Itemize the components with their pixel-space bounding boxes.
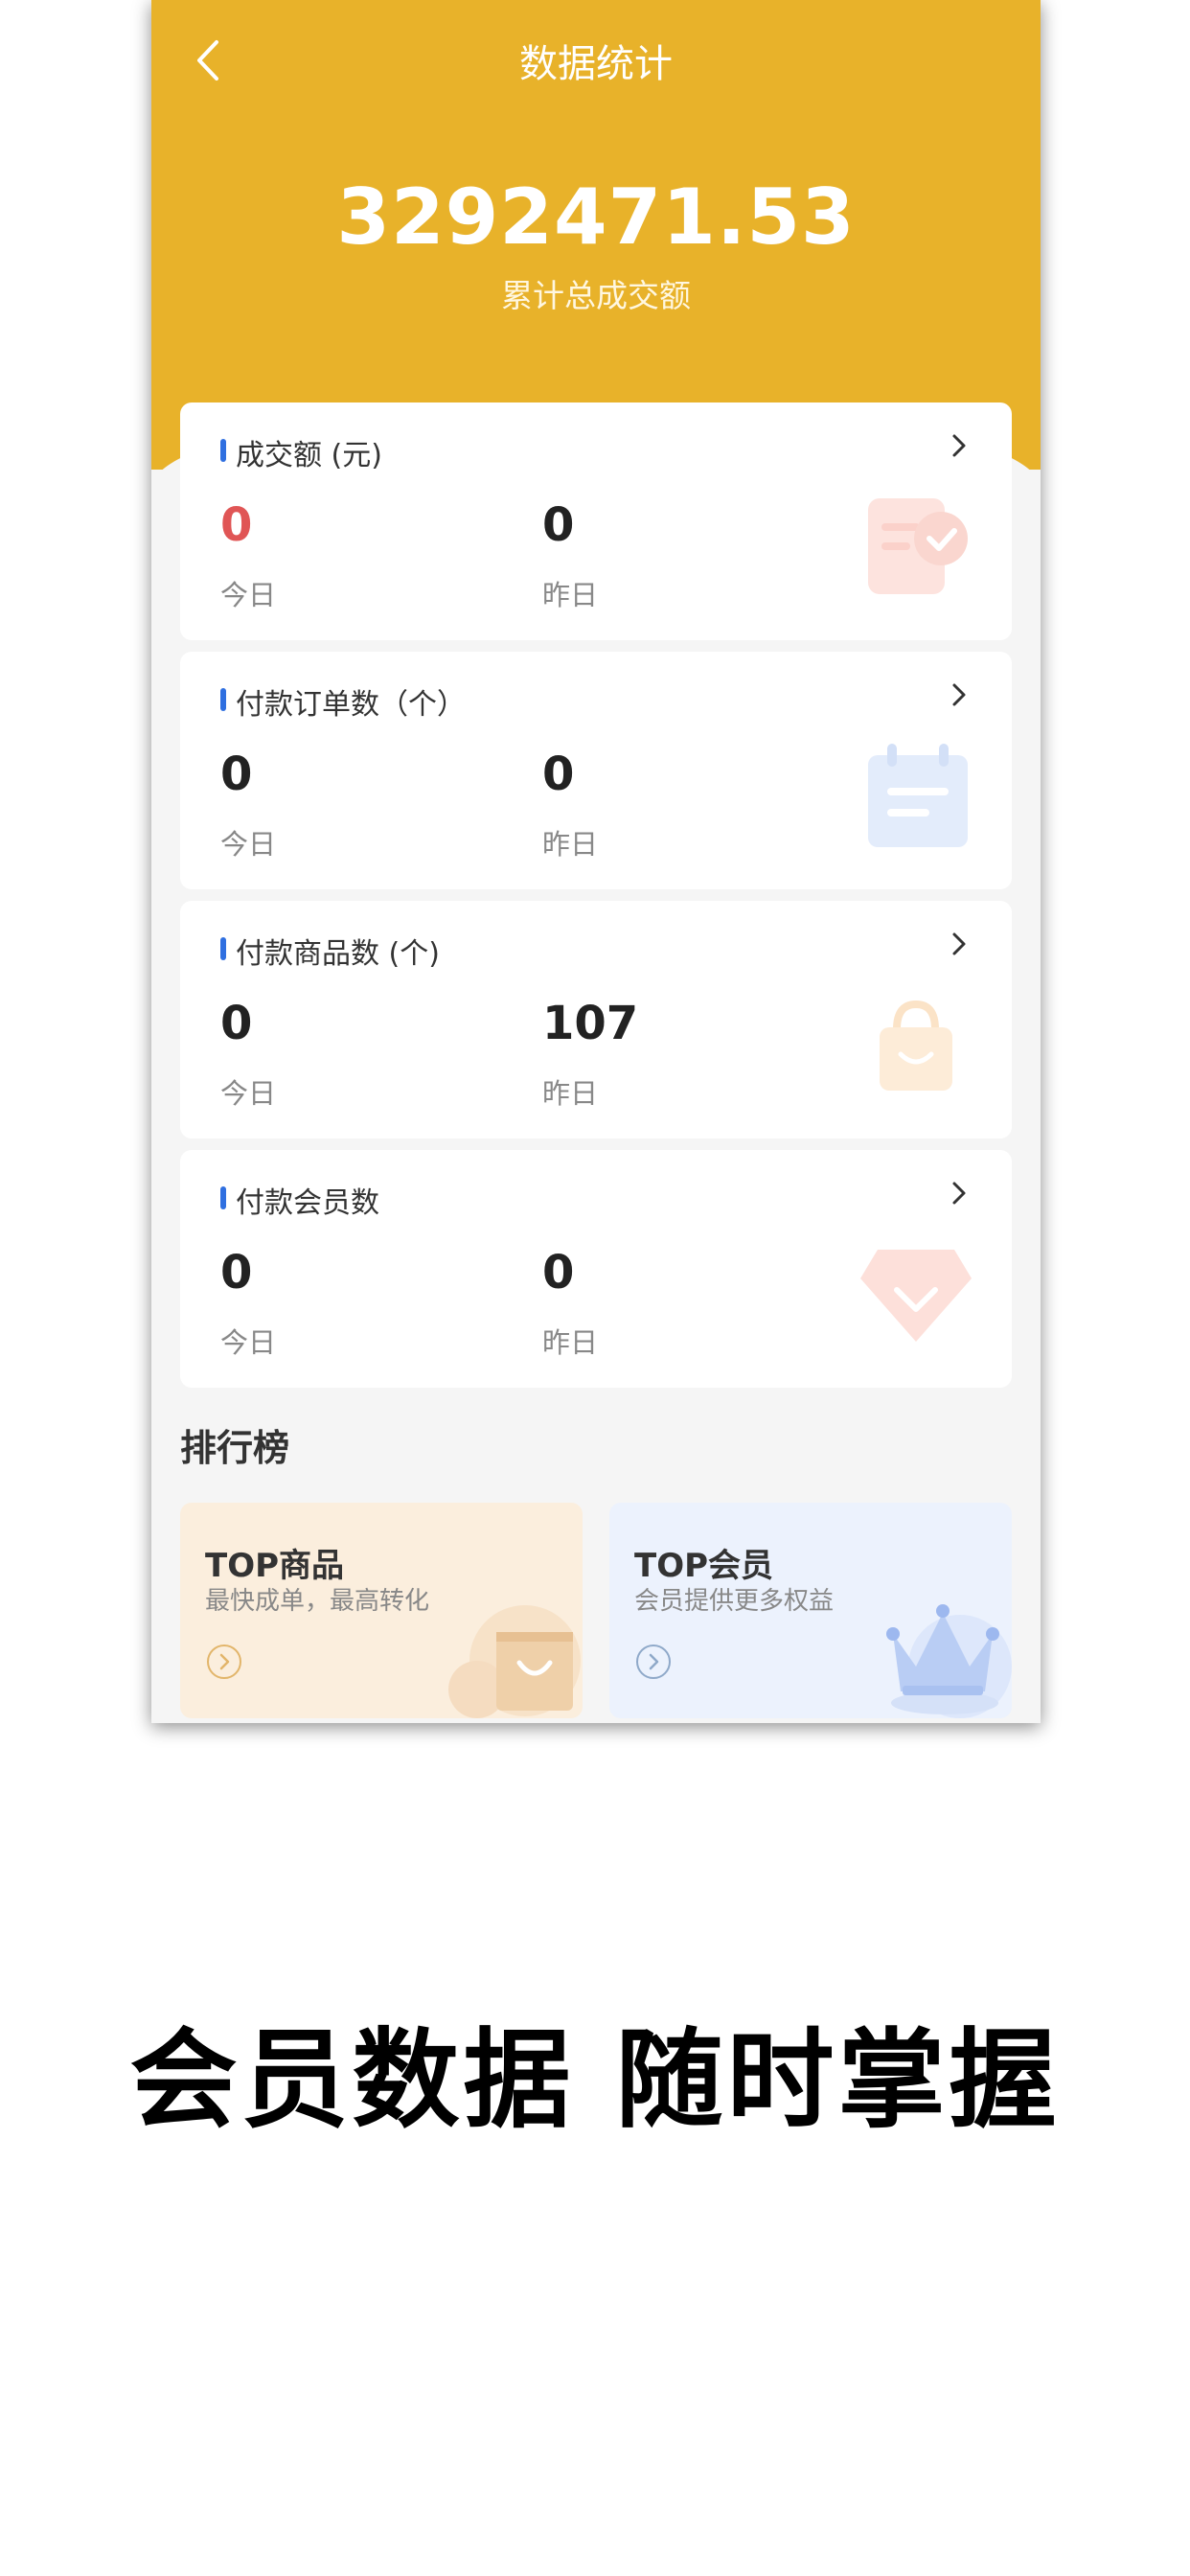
accent-bar [220,937,226,960]
tile-title: TOP商品 [205,1547,345,1585]
yesterday-label: 昨日 [542,579,599,611]
card-title: 付款商品数 (个) [236,937,440,971]
crown-icon [886,1604,1012,1718]
stat-card-paid-orders[interactable]: 付款订单数（个） 0 今日 0 昨日 [180,652,1012,889]
promo-slogan: 会员数据 随时掌握 [129,2018,1061,2143]
yesterday-value: 0 [542,1246,575,1300]
total-amount-label: 累计总成交额 [501,277,691,314]
today-label: 今日 [220,579,277,611]
diamond-icon [860,1250,972,1342]
yesterday-label: 昨日 [542,1326,599,1359]
today-label: 今日 [220,1077,277,1110]
stat-card-paid-goods[interactable]: 付款商品数 (个) 0 今日 107 昨日 [180,901,1012,1138]
chevron-right-icon[interactable] [949,680,970,709]
top-goods-tile[interactable]: TOP商品 最快成单，最高转化 [180,1503,583,1718]
chevron-right-icon[interactable] [949,930,970,958]
accent-bar [220,688,226,711]
shopping-bag-icon [880,1000,952,1091]
today-value: 0 [220,997,253,1050]
today-value: 0 [220,1246,253,1300]
arrow-circle-icon[interactable] [634,1643,673,1681]
card-title: 成交额 (元) [236,439,382,472]
receipt-check-icon [868,498,968,594]
phone-screen: 数据统计 3292471.53 累计总成交额 成交额 (元) 0 今日 0 昨日… [151,0,1041,1723]
today-label: 今日 [220,828,277,861]
arrow-circle-icon[interactable] [205,1643,243,1681]
tile-subtitle: 会员提供更多权益 [634,1587,835,1616]
accent-bar [220,439,226,462]
today-value: 0 [220,748,253,801]
yesterday-value: 107 [542,997,639,1050]
yesterday-value: 0 [542,498,575,552]
stat-card-paid-members[interactable]: 付款会员数 0 今日 0 昨日 [180,1150,1012,1388]
ranking-title: 排行榜 [180,1427,290,1469]
today-label: 今日 [220,1326,277,1359]
card-title: 付款订单数（个） [236,688,466,722]
chevron-right-icon[interactable] [949,1179,970,1208]
tile-title: TOP会员 [634,1547,774,1585]
yesterday-label: 昨日 [542,1077,599,1110]
yesterday-label: 昨日 [542,828,599,861]
notepad-icon [868,744,968,847]
chevron-right-icon[interactable] [949,431,970,460]
today-value: 0 [220,498,253,552]
total-amount: 3292471.53 [336,172,856,262]
page-title: 数据统计 [519,42,673,86]
yesterday-value: 0 [542,748,575,801]
tile-subtitle: 最快成单，最高转化 [205,1587,430,1616]
accent-bar [220,1186,226,1209]
stat-card-revenue[interactable]: 成交额 (元) 0 今日 0 昨日 [180,402,1012,640]
top-members-tile[interactable]: TOP会员 会员提供更多权益 [609,1503,1012,1718]
card-title: 付款会员数 [236,1186,379,1220]
shopping-bag-icon [448,1605,581,1718]
